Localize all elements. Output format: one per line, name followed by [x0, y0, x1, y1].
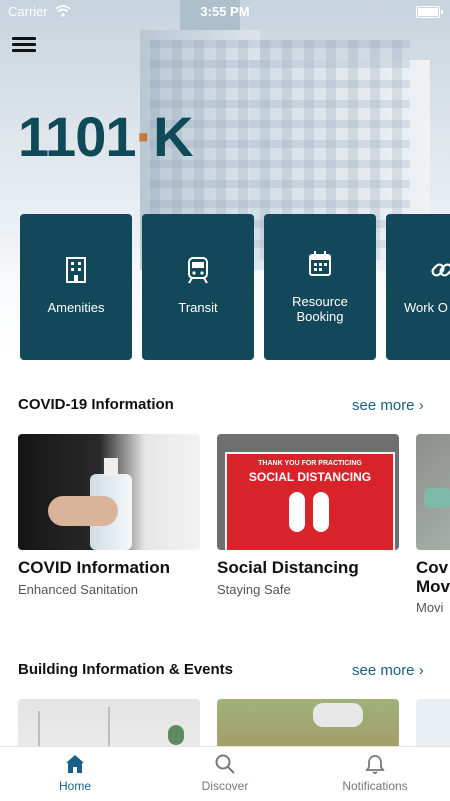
- tab-label: Discover: [201, 779, 249, 793]
- tile-resource-booking[interactable]: Resource Booking: [264, 214, 376, 360]
- card-image-building-3: [416, 699, 450, 746]
- tab-label: Notifications: [342, 779, 408, 793]
- card-subtitle: Movi: [416, 600, 444, 615]
- card-building-2[interactable]: [217, 699, 399, 746]
- card-title: Social Distancing: [217, 558, 359, 577]
- card-title-line2: Mov: [416, 577, 450, 596]
- card-building-3[interactable]: [416, 699, 450, 746]
- calendar-icon: [309, 251, 331, 276]
- card-title: Cov: [416, 558, 449, 577]
- carrier-label: Carrier: [8, 4, 48, 19]
- tab-notifications[interactable]: Notifications: [300, 753, 450, 793]
- building-cards-carousel[interactable]: [18, 699, 450, 746]
- battery-icon: [416, 6, 443, 18]
- tab-label: Home: [58, 779, 91, 793]
- status-bar: Carrier 3:55 PM: [0, 0, 450, 22]
- tile-label: Amenities: [47, 300, 105, 315]
- card-image-beehive: [217, 699, 399, 746]
- sign-main-text: SOCIAL DISTANCING: [248, 470, 372, 484]
- section-title-covid: COVID-19 Information: [18, 396, 174, 413]
- status-time: 3:55 PM: [200, 4, 250, 19]
- see-more-building-link[interactable]: see more ›: [352, 662, 424, 679]
- card-image-office: [18, 699, 200, 746]
- sign-top-text: THANK YOU FOR PRACTICING: [258, 460, 362, 467]
- search-icon: [215, 754, 235, 774]
- link-icon: [431, 263, 450, 277]
- card-image-mask: [416, 434, 450, 550]
- tile-transit[interactable]: Transit: [142, 214, 254, 360]
- card-image-sanitizer: [18, 434, 200, 550]
- card-title: COVID Information: [18, 558, 171, 577]
- bell-icon: [365, 755, 385, 774]
- covid-cards-carousel[interactable]: COVID Information Enhanced Sanitation TH…: [18, 434, 450, 624]
- card-covid-information[interactable]: COVID Information Enhanced Sanitation: [18, 434, 200, 597]
- train-icon: [188, 257, 208, 284]
- tile-label: Resource Booking: [292, 294, 348, 324]
- wifi-icon: [55, 5, 71, 17]
- logo-number: 1101: [18, 105, 136, 168]
- building-icon: [66, 257, 86, 283]
- card-image-distancing-sign: THANK YOU FOR PRACTICING SOCIAL DISTANCI…: [217, 434, 399, 550]
- tile-label: Work O: [404, 300, 448, 315]
- logo-dot: ·: [135, 105, 155, 168]
- quick-links-carousel[interactable]: Amenities Transit Resource Booking Work …: [20, 214, 450, 362]
- bottom-tab-bar: Home Discover Notifications: [0, 746, 450, 801]
- brand-logo: 1101·K: [18, 104, 194, 169]
- card-covid-movement[interactable]: Cov Mov Movi: [416, 434, 450, 615]
- card-subtitle: Staying Safe: [217, 582, 291, 597]
- tab-home[interactable]: Home: [0, 753, 150, 793]
- logo-letter: K: [153, 105, 193, 168]
- card-subtitle: Enhanced Sanitation: [18, 582, 138, 597]
- see-more-covid-link[interactable]: see more ›: [352, 397, 424, 414]
- tile-amenities[interactable]: Amenities: [20, 214, 132, 360]
- card-building-1[interactable]: [18, 699, 200, 746]
- tile-label: Transit: [178, 300, 218, 315]
- hamburger-menu-icon[interactable]: [12, 34, 36, 54]
- tab-discover[interactable]: Discover: [150, 753, 300, 793]
- card-social-distancing[interactable]: THANK YOU FOR PRACTICING SOCIAL DISTANCI…: [217, 434, 399, 597]
- section-title-building-info: Building Information & Events: [18, 661, 234, 678]
- tile-work-order[interactable]: Work O: [386, 214, 450, 360]
- home-icon: [66, 755, 84, 773]
